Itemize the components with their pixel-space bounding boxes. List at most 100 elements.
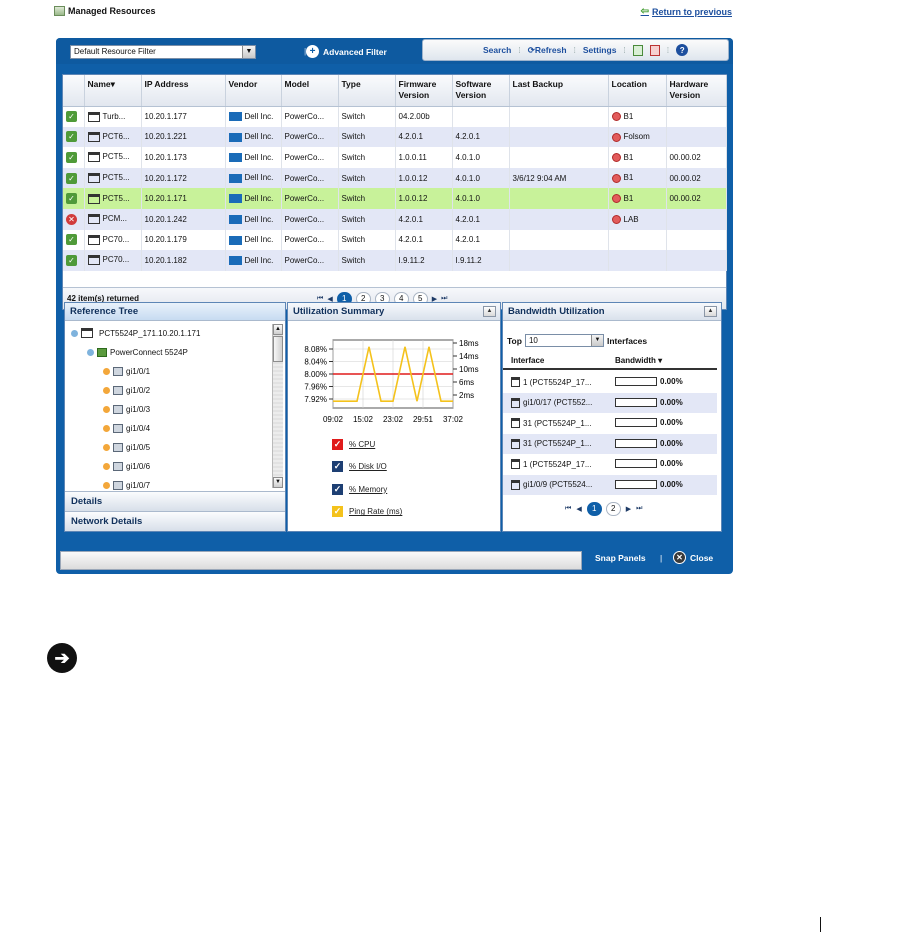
utilization-chart: 8.08% 8.04% 8.00% 7.96% 7.92% 18ms 14ms 10ms 6ms… — [304, 339, 478, 424]
tree-port-item[interactable]: gi1/0/3 — [103, 405, 150, 414]
table-row[interactable]: ✓ PCT5... 10.20.1.173 Dell Inc. PowerCo... Sw… — [63, 147, 727, 168]
scroll-thumb[interactable] — [273, 336, 283, 362]
tree-port-item[interactable]: gi1/0/4 — [103, 424, 150, 433]
snap-panels-button[interactable]: Snap Panels — [595, 553, 646, 563]
switch-icon — [87, 234, 100, 245]
collapse-toggle-icon[interactable] — [71, 329, 78, 337]
interface-column-header[interactable]: Interface — [511, 356, 544, 365]
tree-port-label: gi1/0/2 — [126, 386, 151, 395]
location-text: B1 — [623, 193, 634, 203]
network-details-accordion[interactable]: Network Details — [65, 511, 285, 531]
top-toolbar: Default Resource Filter ▼ | + Advanced F… — [56, 38, 733, 64]
column-header-hardware[interactable]: Hardware Version — [666, 75, 727, 107]
bandwidth-row[interactable]: 1 (PCT5524P_17... 0.00% — [503, 372, 717, 393]
location-text: Folsom — [623, 132, 650, 142]
vendor-cell: Dell Inc. — [225, 208, 282, 230]
table-row[interactable]: ✓ PC70... 10.20.1.179 Dell Inc. PowerCo... Sw… — [63, 229, 727, 251]
help-icon[interactable]: ? — [676, 44, 689, 56]
bandwidth-row[interactable]: 31 (PCT5524P_1... 0.00% — [503, 413, 717, 434]
legend-checkbox[interactable]: ✓ — [332, 483, 343, 495]
status-error-icon: ✕ — [66, 213, 77, 225]
bandwidth-row[interactable]: 31 (PCT5524P_1... 0.00% — [503, 433, 717, 454]
collapse-icon[interactable]: ▲ — [704, 306, 717, 317]
legend-item[interactable]: ✓ % CPU — [332, 433, 402, 456]
vendor-text: Dell Inc. — [244, 255, 274, 265]
dell-logo-icon — [228, 173, 242, 183]
port-icon — [113, 443, 123, 452]
table-row[interactable]: ✓ PCT6... 10.20.1.221 Dell Inc. PowerCo... Sw… — [63, 126, 727, 148]
legend-checkbox[interactable]: ✓ — [332, 461, 343, 473]
export-pdf-icon[interactable] — [649, 44, 660, 56]
collapse-icon[interactable]: ▲ — [483, 306, 496, 317]
bandwidth-row[interactable]: gi1/0/9 (PCT5524... 0.00% — [503, 474, 717, 495]
dropdown-arrow-icon[interactable]: ▼ — [242, 46, 255, 58]
legend-item[interactable]: ✓ % Memory — [332, 478, 402, 501]
bandwidth-row[interactable]: 1 (PCT5524P_17... 0.00% — [503, 454, 717, 475]
interface-cell: 1 (PCT5524P_17... — [511, 377, 591, 387]
resource-filter-select[interactable]: Default Resource Filter ▼ — [70, 45, 256, 59]
tree-port-label: gi1/0/1 — [126, 367, 151, 376]
close-button[interactable]: ✕ Close — [673, 551, 713, 564]
column-header-backup[interactable]: Last Backup — [509, 75, 609, 107]
tree-port-item[interactable]: gi1/0/6 — [103, 462, 150, 471]
column-header-firmware[interactable]: Firmware Version — [395, 75, 453, 107]
location-cell: B1 — [608, 188, 667, 209]
status-ok-icon: ✓ — [66, 193, 77, 205]
table-row[interactable]: ✓ PCT5... 10.20.1.172 Dell Inc. PowerCo... Sw… — [63, 167, 727, 189]
tree-root[interactable]: PCT5524P_171.10.20.1.171 — [71, 328, 200, 338]
top-count-select[interactable]: 10 ▼ — [524, 334, 604, 347]
scroll-up-icon[interactable]: ▲ — [273, 324, 283, 335]
bandwidth-column-header[interactable]: Bandwidth ▾ — [615, 356, 662, 365]
tree-port-item[interactable]: gi1/0/7 — [103, 481, 150, 490]
location-cell: Folsom — [608, 126, 667, 148]
hardware-cell — [666, 229, 727, 251]
first-page-icon[interactable]: ⏮ — [565, 505, 571, 513]
reference-tree-header[interactable]: Reference Tree — [65, 303, 285, 321]
column-header-type[interactable]: Type — [338, 75, 396, 107]
legend-checkbox[interactable]: ✓ — [332, 506, 343, 518]
tree-port-item[interactable]: gi1/0/2 — [103, 386, 150, 395]
tree-scrollbar[interactable]: ▲ ▼ — [272, 324, 283, 488]
column-header-location[interactable]: Location — [608, 75, 667, 107]
advanced-filter-button[interactable]: + Advanced Filter — [306, 45, 387, 58]
tree-port-item[interactable]: gi1/0/1 — [103, 367, 150, 376]
column-header-software[interactable]: Software Version — [452, 75, 510, 107]
last-page-icon[interactable]: ⏭ — [636, 505, 642, 513]
bandwidth-bar — [615, 438, 657, 448]
dell-logo-icon — [228, 132, 242, 142]
legend-item[interactable]: ✓ Ping Rate (ms) — [332, 501, 402, 524]
details-accordion[interactable]: Details — [65, 491, 285, 511]
tree-device[interactable]: PowerConnect 5524P — [87, 348, 188, 357]
column-header-name[interactable]: Name▾ — [84, 75, 142, 107]
legend-item[interactable]: ✓ % Disk I/O — [332, 456, 402, 479]
export-excel-icon[interactable] — [632, 44, 643, 56]
table-row[interactable]: ✓ PC70... 10.20.1.182 Dell Inc. PowerCo... Sw… — [63, 250, 727, 271]
dropdown-arrow-icon[interactable]: ▼ — [590, 335, 603, 346]
table-row[interactable]: ✓ PCT5... 10.20.1.171 Dell Inc. PowerCo... Sw… — [63, 188, 727, 209]
search-button[interactable]: Search — [483, 45, 511, 55]
managed-resources-icon — [54, 6, 65, 16]
column-header-ip[interactable]: IP Address — [141, 75, 226, 107]
hardware-cell — [666, 208, 727, 230]
return-to-previous-link[interactable]: ⇦ Return to previous — [641, 6, 732, 17]
table-row[interactable]: ✓ Turb... 10.20.1.177 Dell Inc. PowerCo... Sw… — [63, 106, 727, 127]
column-header-model[interactable]: Model — [281, 75, 339, 107]
port-icon — [113, 481, 123, 490]
collapse-toggle-icon[interactable] — [87, 349, 94, 356]
next-page-icon[interactable]: ▶ — [626, 505, 631, 513]
page-button-1[interactable]: 1 — [586, 502, 602, 516]
software-cell: I.9.11.2 — [452, 250, 510, 271]
name-text: PCT6... — [102, 132, 130, 141]
location-pin-icon — [611, 173, 621, 183]
bandwidth-row[interactable]: gi1/0/17 (PCT552... 0.00% — [503, 392, 717, 413]
interface-icon — [511, 377, 520, 387]
column-header-vendor[interactable]: Vendor — [225, 75, 282, 107]
refresh-button[interactable]: ⟳Refresh — [528, 45, 567, 56]
settings-button[interactable]: Settings — [583, 45, 617, 55]
table-row[interactable]: ✕ PCM... 10.20.1.242 Dell Inc. PowerCo... Swi… — [63, 208, 727, 230]
tree-port-item[interactable]: gi1/0/5 — [103, 443, 150, 452]
page-button-2[interactable]: 2 — [605, 502, 621, 516]
scroll-down-icon[interactable]: ▼ — [273, 477, 283, 488]
prev-page-icon[interactable]: ◀ — [576, 505, 581, 513]
legend-checkbox[interactable]: ✓ — [332, 438, 343, 450]
